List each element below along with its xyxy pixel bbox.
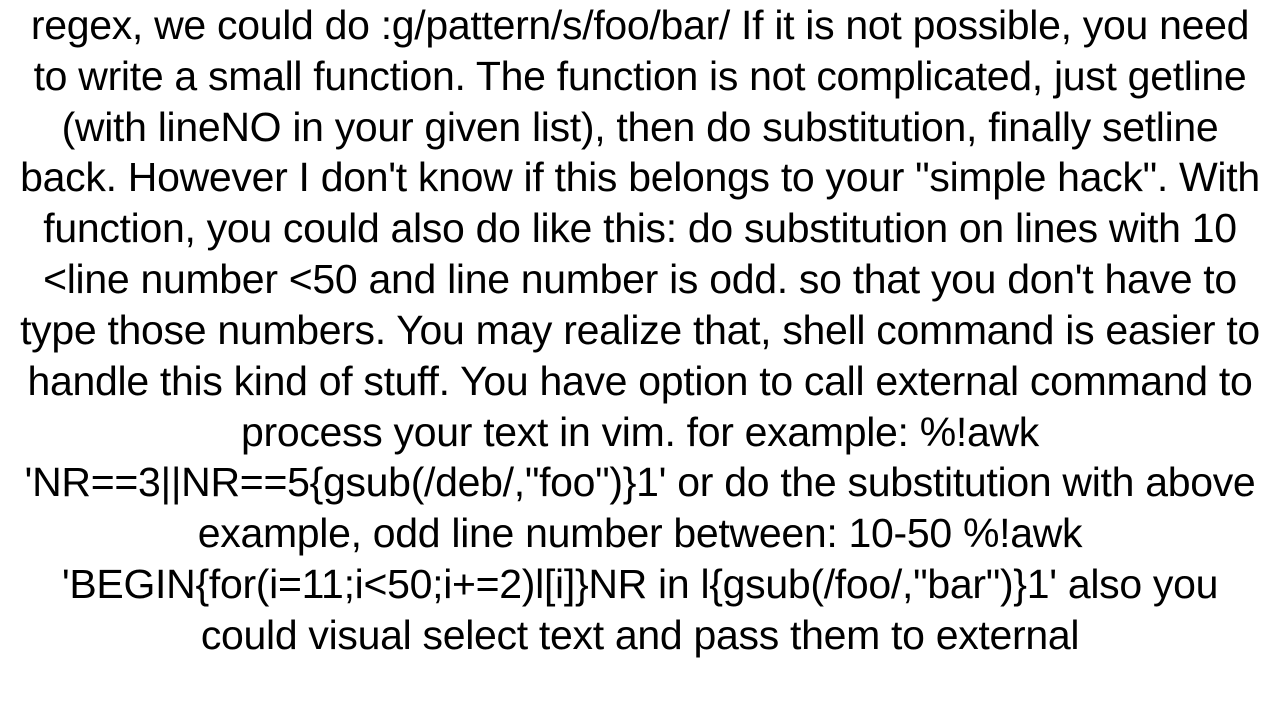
document-text: regex, we could do :g/pattern/s/foo/bar/…	[0, 0, 1280, 661]
